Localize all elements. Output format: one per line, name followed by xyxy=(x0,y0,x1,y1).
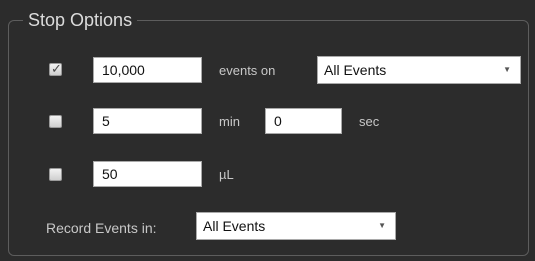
record-events-label: Record Events in: xyxy=(46,220,157,236)
record-events-select[interactable]: All Events ▼ xyxy=(196,212,396,240)
volume-input[interactable]: 50 xyxy=(93,161,202,187)
events-stop-checkbox[interactable]: ✓ xyxy=(49,61,62,76)
seconds-input[interactable]: 0 xyxy=(265,108,342,134)
minutes-input[interactable]: 5 xyxy=(93,108,202,134)
events-count-input[interactable]: 10,000 xyxy=(93,57,202,83)
min-label: min xyxy=(219,114,240,129)
chevron-down-icon: ▼ xyxy=(503,65,511,74)
volume-unit-label: µL xyxy=(219,167,234,182)
events-gate-select-value: All Events xyxy=(324,62,387,78)
chevron-down-icon: ▼ xyxy=(378,221,386,230)
volume-stop-checkbox[interactable] xyxy=(49,168,62,181)
time-stop-checkbox[interactable] xyxy=(49,115,62,128)
events-gate-select[interactable]: All Events ▼ xyxy=(317,56,521,84)
checkmark-icon: ✓ xyxy=(51,61,62,76)
sec-label: sec xyxy=(359,114,380,129)
stop-options-title: Stop Options xyxy=(23,9,138,31)
events-on-label: events on xyxy=(219,63,276,78)
record-events-select-value: All Events xyxy=(203,218,266,234)
